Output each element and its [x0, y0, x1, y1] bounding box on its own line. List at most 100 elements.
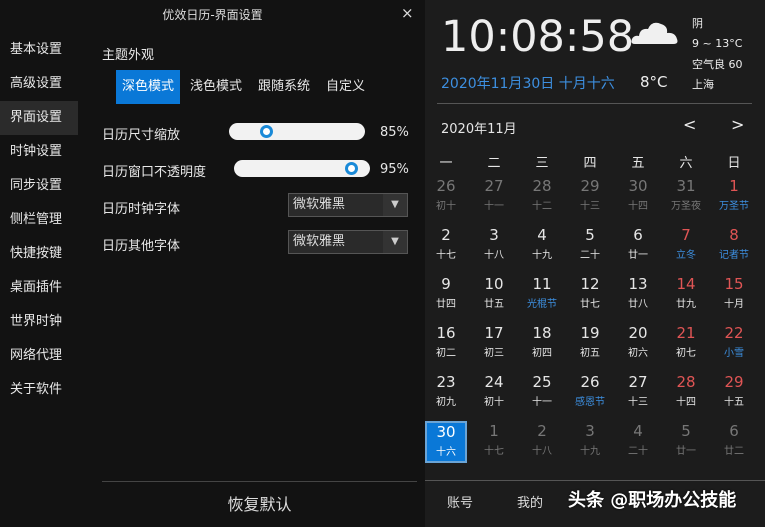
day-cell[interactable]: 27 十三	[617, 372, 659, 414]
day-cell[interactable]: 14 廿九	[665, 274, 707, 316]
day-cell[interactable]: 30 十六	[425, 421, 467, 463]
day-cell[interactable]: 24 初十	[473, 372, 515, 414]
sidebar-item[interactable]: 关于软件	[0, 373, 78, 407]
day-cell[interactable]: 6 廿一	[617, 225, 659, 267]
weather-condition: 阴	[692, 17, 703, 30]
lunar-label: 初十	[484, 397, 504, 408]
lunar-label: 廿一	[676, 446, 696, 457]
next-month-button[interactable]: >	[731, 115, 744, 134]
day-cell[interactable]: 25 十一	[521, 372, 563, 414]
clock-time: 10:08:58	[441, 12, 635, 62]
lunar-label: 十九	[580, 446, 600, 457]
day-number: 27	[628, 373, 648, 391]
day-cell[interactable]: 2 十七	[425, 225, 467, 267]
mine-button[interactable]: 我的	[517, 492, 543, 511]
lunar-label: 十三	[580, 201, 600, 212]
day-cell[interactable]: 21 初七	[665, 323, 707, 365]
day-number: 18	[532, 324, 552, 342]
scale-slider[interactable]	[229, 123, 365, 140]
account-button[interactable]: 账号	[447, 492, 473, 511]
lunar-label: 初七	[676, 348, 696, 359]
clock-font-select[interactable]: 微软雅黑 ▼	[288, 193, 408, 217]
day-number: 2	[441, 226, 451, 244]
day-cell[interactable]: 8 记者节	[713, 225, 755, 267]
day-number: 4	[537, 226, 547, 244]
reset-button[interactable]: 恢复默认	[102, 491, 417, 515]
sidebar-item[interactable]: 高级设置	[0, 67, 78, 101]
lunar-label: 初二	[436, 348, 456, 359]
sidebar-item[interactable]: 界面设置	[0, 101, 78, 135]
day-cell[interactable]: 17 初三	[473, 323, 515, 365]
day-number: 21	[676, 324, 696, 342]
prev-month-button[interactable]: <	[683, 115, 696, 134]
slider-knob[interactable]	[345, 162, 359, 175]
lunar-label: 万圣节	[719, 201, 749, 212]
lunar-label: 十四	[628, 201, 648, 212]
day-cell[interactable]: 4 十九	[521, 225, 563, 267]
day-cell[interactable]: 18 初四	[521, 323, 563, 365]
day-cell[interactable]: 16 初二	[425, 323, 467, 365]
day-cell[interactable]: 20 初六	[617, 323, 659, 365]
day-number: 9	[441, 275, 451, 293]
day-cell[interactable]: 4 二十	[617, 421, 659, 463]
day-cell[interactable]: 30 十四	[617, 176, 659, 218]
day-cell[interactable]: 7 立冬	[665, 225, 707, 267]
day-cell[interactable]: 28 十二	[521, 176, 563, 218]
day-cell[interactable]: 1 十七	[473, 421, 515, 463]
day-cell[interactable]: 10 廿五	[473, 274, 515, 316]
theme-tab[interactable]: 跟随系统	[252, 70, 316, 104]
day-cell[interactable]: 6 廿二	[713, 421, 755, 463]
theme-tab[interactable]: 自定义	[320, 70, 371, 104]
day-cell[interactable]: 29 十五	[713, 372, 755, 414]
sidebar-item[interactable]: 网络代理	[0, 339, 78, 373]
day-cell[interactable]: 15 十月	[713, 274, 755, 316]
day-cell[interactable]: 11 光棍节	[521, 274, 563, 316]
day-cell[interactable]: 3 十八	[473, 225, 515, 267]
day-cell[interactable]: 22 小雪	[713, 323, 755, 365]
day-cell[interactable]: 5 二十	[569, 225, 611, 267]
day-cell[interactable]: 3 十九	[569, 421, 611, 463]
day-number: 27	[484, 177, 504, 195]
other-font-select[interactable]: 微软雅黑 ▼	[288, 230, 408, 254]
sidebar-item[interactable]: 世界时钟	[0, 305, 78, 339]
theme-tab[interactable]: 深色模式	[116, 70, 181, 104]
day-number: 4	[633, 422, 643, 440]
sidebar-item[interactable]: 时钟设置	[0, 135, 78, 169]
day-cell[interactable]: 19 初五	[569, 323, 611, 365]
day-number: 31	[676, 177, 696, 195]
sidebar-item[interactable]: 侧栏管理	[0, 203, 78, 237]
day-cell[interactable]: 2 十八	[521, 421, 563, 463]
close-icon[interactable]: ×	[401, 4, 414, 22]
chevron-down-icon: ▼	[383, 194, 407, 216]
sidebar-item[interactable]: 快捷按键	[0, 237, 78, 271]
sidebar: 基本设置 高级设置 界面设置 时钟设置 同步设置 侧栏管理 快捷按键 桌面插件 世界时钟 网络代理…	[0, 33, 78, 407]
section-title: 主题外观	[102, 48, 155, 63]
weekday-label: 日	[727, 156, 741, 171]
day-cell[interactable]: 12 廿七	[569, 274, 611, 316]
day-number: 17	[484, 324, 504, 342]
day-cell[interactable]: 9 廿四	[425, 274, 467, 316]
day-cell[interactable]: 26 初十	[425, 176, 467, 218]
month-title: 2020年11月	[441, 122, 517, 137]
sidebar-item[interactable]: 桌面插件	[0, 271, 78, 305]
lunar-label: 记者节	[719, 250, 749, 261]
lunar-label: 二十	[580, 250, 600, 261]
sidebar-item[interactable]: 基本设置	[0, 33, 78, 67]
day-cell[interactable]: 29 十三	[569, 176, 611, 218]
lunar-label: 十一	[484, 201, 504, 212]
day-cell[interactable]: 31 万圣夜	[665, 176, 707, 218]
lunar-label: 初十	[436, 201, 456, 212]
slider-knob[interactable]	[259, 125, 273, 138]
day-cell[interactable]: 26 感恩节	[569, 372, 611, 414]
day-cell[interactable]: 1 万圣节	[713, 176, 755, 218]
theme-tab[interactable]: 浅色模式	[184, 70, 248, 104]
day-cell[interactable]: 13 廿八	[617, 274, 659, 316]
day-cell[interactable]: 27 十一	[473, 176, 515, 218]
day-cell[interactable]: 5 廿一	[665, 421, 707, 463]
day-cell[interactable]: 28 十四	[665, 372, 707, 414]
day-number: 13	[628, 275, 648, 293]
day-number: 30	[628, 177, 648, 195]
opacity-slider[interactable]	[234, 160, 370, 177]
sidebar-item[interactable]: 同步设置	[0, 169, 78, 203]
day-cell[interactable]: 23 初九	[425, 372, 467, 414]
